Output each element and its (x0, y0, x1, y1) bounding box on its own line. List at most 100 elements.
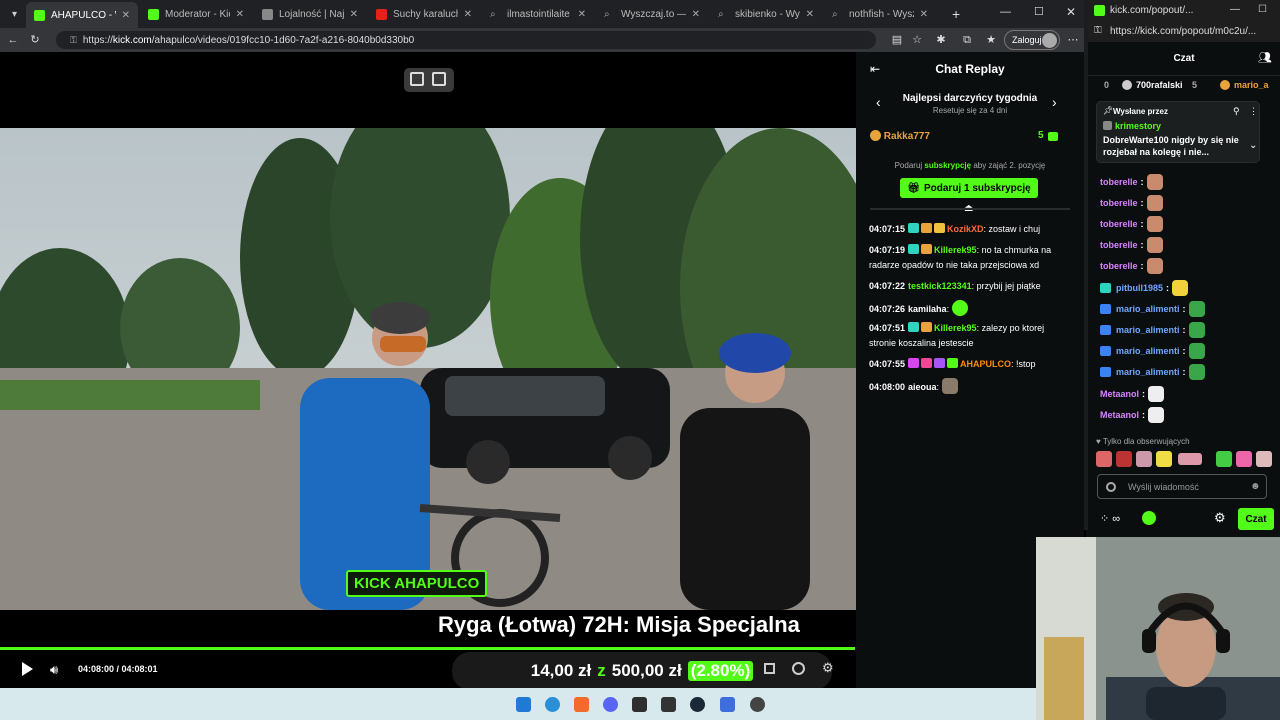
message-user[interactable]: Killerek95 (934, 323, 977, 333)
pip-icon[interactable] (432, 72, 446, 86)
fullscreen-icon[interactable] (764, 663, 775, 674)
emote-icon[interactable] (1116, 451, 1132, 467)
chat-user[interactable]: mario_alimenti (1116, 325, 1180, 335)
favorite-star-icon[interactable]: ☆ (910, 33, 924, 47)
maximize-button[interactable]: ☐ (1258, 4, 1267, 15)
chat-user[interactable]: toberelle (1100, 261, 1138, 271)
close-icon[interactable]: ✕ (692, 9, 700, 20)
chat-user[interactable]: toberelle (1100, 198, 1138, 208)
leader-name[interactable]: mario_a (1234, 80, 1269, 90)
url-field[interactable]: ⚿ https://kick.com/ahapulco/videos/019fc… (56, 31, 876, 49)
favorites-icon[interactable]: ★ (984, 33, 998, 47)
message-user[interactable]: Killerek95 (934, 245, 977, 255)
message-user[interactable]: testkick123341 (908, 281, 972, 291)
emote-icon[interactable] (1216, 451, 1232, 467)
more-icon[interactable]: ⋮ (1249, 106, 1258, 117)
edge-icon[interactable] (545, 697, 560, 712)
top-gifter-name[interactable]: Rakka777 (884, 131, 930, 142)
pinned-message[interactable]: 📌︎ Wysłane przez ⚲ ⋮ krimestory DobreWar… (1096, 101, 1260, 163)
close-icon[interactable]: ✕ (350, 9, 358, 20)
maximize-button[interactable]: ☐ (1034, 5, 1044, 18)
tab-ahapulco[interactable]: AHAPULCO - Watch l ✕ (26, 2, 138, 28)
close-icon[interactable]: ✕ (236, 9, 244, 20)
epic-games-icon[interactable] (661, 697, 676, 712)
leader-name[interactable]: 700rafalski (1136, 80, 1183, 90)
message-user[interactable]: KozikXD (947, 224, 984, 234)
emote-icon[interactable] (1236, 451, 1252, 467)
emote-icon[interactable] (1136, 451, 1152, 467)
minimize-button[interactable]: — (1230, 4, 1240, 15)
gift-prompt-link[interactable]: subskrypcję (924, 161, 971, 170)
close-icon[interactable]: ✕ (920, 9, 928, 20)
more-icon[interactable]: ⋯ (1066, 33, 1080, 47)
tab-search-2[interactable]: ⌕ Wyszczaj.to — znajd ✕ (596, 4, 708, 24)
unpin-icon[interactable]: ⚲ (1233, 106, 1240, 117)
start-icon[interactable] (516, 697, 531, 712)
close-icon[interactable]: ✕ (464, 9, 472, 20)
emote-icon[interactable] (1256, 451, 1272, 467)
chat-user[interactable]: Metaanol (1100, 389, 1139, 399)
chat-user[interactable]: mario_alimenti (1116, 346, 1180, 356)
chat-input[interactable]: Wyślij wiadomość ☻ (1097, 474, 1267, 499)
reader-icon[interactable]: ▤ (890, 33, 904, 47)
discord-icon[interactable] (603, 697, 618, 712)
tab-search-3[interactable]: ⌕ skibienko - Wyszukaj ✕ (710, 4, 822, 24)
emote-icon[interactable] (1156, 451, 1172, 467)
play-icon[interactable] (22, 662, 33, 676)
chat-user[interactable]: Metaanol (1100, 410, 1139, 420)
message-user[interactable]: kamilaha (908, 304, 947, 314)
chat-user[interactable]: mario_alimenti (1116, 304, 1180, 314)
steam-icon[interactable] (690, 697, 705, 712)
pinned-user[interactable]: krimestory (1115, 121, 1161, 131)
volume-icon[interactable]: 🔊︎ (50, 662, 58, 678)
chat-user[interactable]: pitbull1985 (1116, 283, 1163, 293)
close-icon[interactable]: ✕ (122, 10, 130, 21)
tab-actions-button[interactable]: ▾ (4, 4, 24, 24)
points-icon[interactable]: ⁘ ∞ (1100, 512, 1120, 525)
split-icon[interactable]: ⧉ (960, 33, 974, 47)
video-frame[interactable]: KICK AHAPULCO (0, 128, 856, 610)
message-user[interactable]: AHAPULCO (960, 359, 1011, 369)
chat-user[interactable]: mario_alimenti (1116, 367, 1180, 377)
tab-lojalnosc[interactable]: Lojalność | Najlepsze ✕ (254, 4, 366, 24)
settings-icon[interactable]: ⚙ (822, 660, 834, 676)
theater-mode-icon[interactable] (410, 72, 424, 86)
tab-moderator[interactable]: Moderator - Kick Da ✕ (140, 4, 252, 24)
send-chat-button[interactable]: Czat (1238, 508, 1274, 530)
app-icon[interactable] (750, 697, 765, 712)
obs-icon[interactable] (632, 697, 647, 712)
progress-bar[interactable] (0, 647, 856, 650)
brave-icon[interactable] (574, 697, 589, 712)
chat-user[interactable]: toberelle (1100, 177, 1138, 187)
donation-current: 14,00 zł (530, 661, 592, 680)
chevron-right-icon[interactable]: › (1052, 94, 1057, 110)
message-user[interactable]: aieoua (908, 382, 937, 392)
chat-user[interactable]: toberelle (1100, 219, 1138, 229)
chevron-down-icon[interactable]: ⌄ (1249, 140, 1257, 151)
emote-icon[interactable] (1178, 453, 1202, 465)
tab-search-1[interactable]: ⌕ ilmastointilaite - Wys ✕ (482, 4, 594, 24)
kick-icon[interactable] (1142, 511, 1156, 525)
tab-search-4[interactable]: ⌕ nothfish - Wyszukaj ✕ (824, 4, 936, 24)
users-icon[interactable]: 👥︎ (1258, 51, 1272, 64)
popout-url[interactable]: https://kick.com/popout/m0c2u/... (1110, 26, 1256, 37)
message-text: : przybij jej piątke (971, 281, 1041, 291)
close-window-button[interactable]: ✕ (1066, 5, 1076, 19)
settings-icon[interactable]: ⚙ (1214, 510, 1226, 526)
minimize-button[interactable]: — (1000, 6, 1011, 18)
chat-user[interactable]: toberelle (1100, 240, 1138, 250)
clip-icon[interactable] (792, 662, 805, 675)
reload-icon[interactable]: ↻ (28, 33, 42, 47)
login-button[interactable]: Zaloguj (1004, 30, 1060, 50)
tab-label: Moderator - Kick Da (165, 8, 230, 20)
close-icon[interactable]: ✕ (578, 9, 586, 20)
extensions-icon[interactable]: ✱ (934, 33, 948, 47)
emote-icon[interactable] (1096, 451, 1112, 467)
emoji-icon[interactable]: ☻ (1250, 481, 1261, 492)
back-icon[interactable]: ← (6, 33, 20, 47)
close-icon[interactable]: ✕ (806, 9, 814, 20)
tab-suchy-karaluch[interactable]: Suchy karaluch - cyp ✕ (368, 4, 480, 24)
app-icon[interactable] (720, 697, 735, 712)
new-tab-button[interactable]: + (944, 4, 966, 24)
gift-subscription-button[interactable]: 🎁︎ Podaruj 1 subskrypcję (900, 178, 1038, 198)
